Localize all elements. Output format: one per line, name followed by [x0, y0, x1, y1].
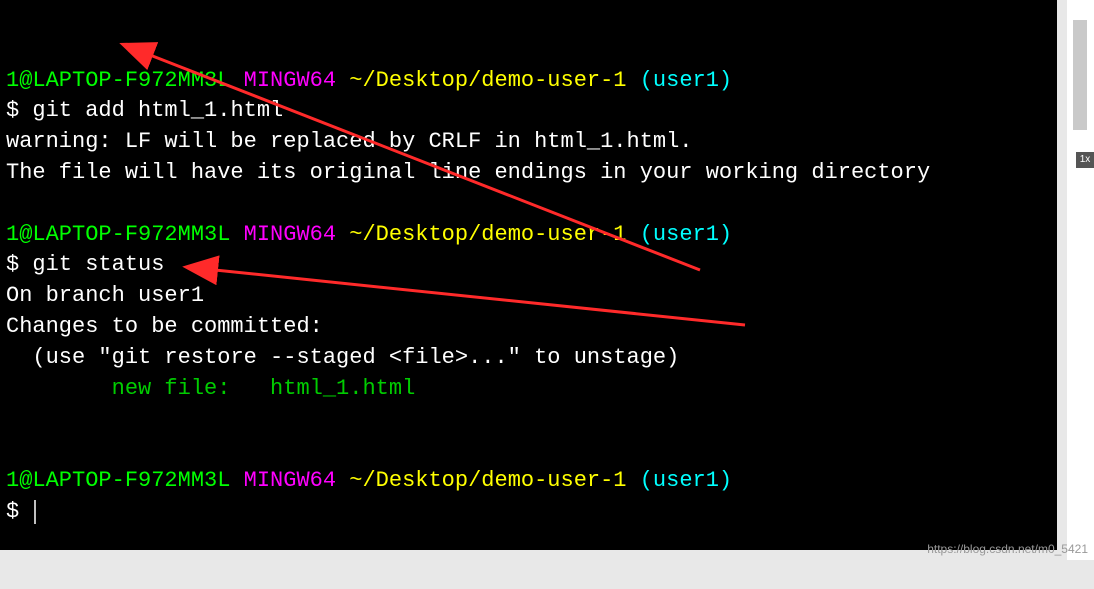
status-staged-file: new file: html_1.html — [6, 376, 415, 401]
zoom-tag: 1x — [1076, 152, 1094, 168]
shell-env: MINGW64 — [244, 222, 336, 247]
command-git-status: git status — [32, 252, 164, 277]
user-host: 1@LAPTOP-F972MM3L — [6, 222, 230, 247]
cwd-path: ~/Desktop/demo-user-1 — [349, 468, 626, 493]
prompt-symbol: $ — [6, 252, 19, 277]
watermark-text: https://blog.csdn.net/m0_5421 — [927, 542, 1088, 556]
prompt-line: 1@LAPTOP-F972MM3L MINGW64 ~/Desktop/demo… — [6, 222, 732, 247]
user-host: 1@LAPTOP-F972MM3L — [6, 468, 230, 493]
scrollbar[interactable] — [1073, 20, 1087, 130]
cursor[interactable] — [34, 500, 36, 524]
cwd-path: ~/Desktop/demo-user-1 — [349, 222, 626, 247]
cwd-path: ~/Desktop/demo-user-1 — [349, 68, 626, 93]
git-branch: (user1) — [640, 68, 732, 93]
command-git-add: git add html_1.html — [32, 98, 283, 123]
prompt-symbol: $ — [6, 98, 19, 123]
terminal-window[interactable]: 1@LAPTOP-F972MM3L MINGW64 ~/Desktop/demo… — [0, 0, 1057, 550]
shell-env: MINGW64 — [244, 468, 336, 493]
prompt-line: 1@LAPTOP-F972MM3L MINGW64 ~/Desktop/demo… — [6, 68, 732, 93]
git-branch: (user1) — [640, 222, 732, 247]
side-strip: 1x — [1067, 0, 1094, 560]
user-host: 1@LAPTOP-F972MM3L — [6, 68, 230, 93]
prompt-line: 1@LAPTOP-F972MM3L MINGW64 ~/Desktop/demo… — [6, 468, 732, 493]
status-changes-header: Changes to be committed: — [6, 314, 323, 339]
git-branch: (user1) — [640, 468, 732, 493]
status-restore-hint: (use "git restore --staged <file>..." to… — [6, 345, 679, 370]
output-warning-line-1: warning: LF will be replaced by CRLF in … — [6, 129, 693, 154]
shell-env: MINGW64 — [244, 68, 336, 93]
status-branch-line: On branch user1 — [6, 283, 204, 308]
prompt-symbol: $ — [6, 499, 19, 524]
output-warning-line-2: The file will have its original line end… — [6, 160, 930, 185]
